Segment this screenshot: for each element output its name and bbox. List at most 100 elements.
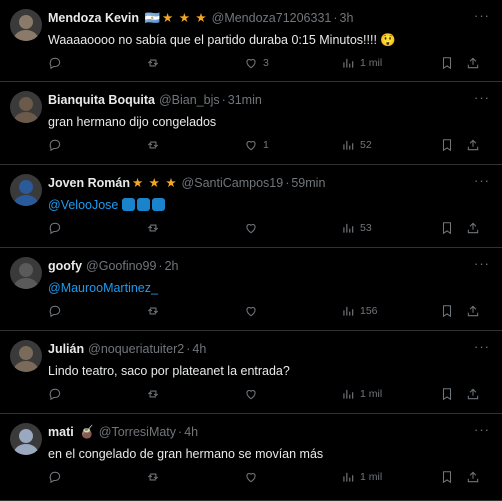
like-button[interactable] <box>244 386 258 402</box>
share-button[interactable] <box>466 303 480 319</box>
tweet-text: gran hermano dijo congelados <box>48 113 482 131</box>
avatar[interactable] <box>10 174 42 206</box>
share-button[interactable] <box>466 137 480 153</box>
bookmark-icon <box>440 138 454 152</box>
like-button[interactable]: 1 <box>244 137 269 153</box>
share-button[interactable] <box>466 469 480 485</box>
more-options-icon[interactable]: ··· <box>474 423 490 437</box>
handle[interactable]: @SantiCampos19 <box>182 176 284 190</box>
more-options-icon[interactable]: ··· <box>474 91 490 105</box>
share-button[interactable] <box>466 386 480 402</box>
views-button[interactable]: 53 <box>341 220 372 236</box>
display-name[interactable]: Bianquita Boquita <box>48 93 155 107</box>
like-button[interactable]: 3 <box>244 55 269 71</box>
display-name[interactable]: goofy <box>48 259 82 273</box>
views-icon <box>341 304 355 318</box>
views-icon <box>341 470 355 484</box>
retweet-icon <box>146 138 160 152</box>
like-button[interactable] <box>244 303 258 319</box>
avatar[interactable] <box>10 91 42 123</box>
retweet-button[interactable] <box>146 220 160 236</box>
retweet-button[interactable] <box>146 303 160 319</box>
avatar[interactable] <box>10 257 42 289</box>
display-name[interactable]: Mendoza Kevin <box>48 11 139 25</box>
views-count: 1 mil <box>360 471 383 483</box>
flag-emoji: 🇦🇷 <box>141 11 161 25</box>
retweet-button[interactable] <box>146 55 160 71</box>
like-icon <box>244 221 258 235</box>
retweet-icon <box>146 470 160 484</box>
retweet-button[interactable] <box>146 469 160 485</box>
bookmark-icon <box>440 304 454 318</box>
timestamp[interactable]: 2h <box>165 259 179 273</box>
tweet-header: Bianquita Boquita @Bian_bjs · 31min <box>48 91 472 109</box>
display-name[interactable]: Joven Román <box>48 176 130 190</box>
views-count: 53 <box>360 222 372 234</box>
star-badges: ★ ★ ★ <box>162 11 208 25</box>
handle[interactable]: @Bian_bjs <box>159 93 220 107</box>
views-button[interactable]: 1 mil <box>341 469 382 485</box>
tweet[interactable]: Bianquita Boquita @Bian_bjs · 31min ··· gran … <box>0 82 502 165</box>
retweet-button[interactable] <box>146 137 160 153</box>
cold-face-emoji <box>137 198 151 211</box>
timestamp[interactable]: 4h <box>184 425 198 439</box>
reply-button[interactable] <box>48 220 62 236</box>
share-button[interactable] <box>466 220 480 236</box>
views-button[interactable]: 156 <box>341 303 378 319</box>
timestamp[interactable]: 4h <box>192 342 206 356</box>
handle[interactable]: @Goofino99 <box>86 259 156 273</box>
handle[interactable]: @TorresiMaty <box>99 425 176 439</box>
share-button[interactable] <box>466 55 480 71</box>
tweet-text: @MaurooMartinez_ <box>48 279 482 297</box>
mention-link[interactable]: @VelooJose <box>48 198 118 212</box>
reply-button[interactable] <box>48 469 62 485</box>
tweet-text: Lindo teatro, saco por plateanet la entr… <box>48 362 482 380</box>
display-name[interactable]: Julián <box>48 342 84 356</box>
views-count: 156 <box>360 305 378 317</box>
bookmark-button[interactable] <box>440 303 454 319</box>
views-count: 1 mil <box>360 388 383 400</box>
tweet[interactable]: mati 🧉 @TorresiMaty · 4h ··· en el congelado … <box>0 414 502 501</box>
handle[interactable]: @Mendoza71206331 <box>212 11 332 25</box>
reply-button[interactable] <box>48 303 62 319</box>
more-options-icon[interactable]: ··· <box>474 340 490 354</box>
action-bar: 1 52 <box>48 137 494 153</box>
share-icon <box>466 387 480 401</box>
avatar[interactable] <box>10 9 42 41</box>
tweet-header: Julián @noqueriatuiter2 · 4h <box>48 340 472 358</box>
flag-emoji: 🧉 <box>75 425 95 439</box>
mention-link[interactable]: @MaurooMartinez_ <box>48 281 158 295</box>
tweet[interactable]: Julián @noqueriatuiter2 · 4h ··· Lindo teatro… <box>0 331 502 414</box>
views-button[interactable]: 52 <box>341 137 372 153</box>
reply-button[interactable] <box>48 137 62 153</box>
separator-dot: · <box>178 425 183 439</box>
more-options-icon[interactable]: ··· <box>474 257 490 271</box>
retweet-button[interactable] <box>146 386 160 402</box>
more-options-icon[interactable]: ··· <box>474 9 490 23</box>
separator-dot: · <box>186 342 191 356</box>
bookmark-button[interactable] <box>440 386 454 402</box>
share-icon <box>466 138 480 152</box>
timestamp[interactable]: 31min <box>228 93 262 107</box>
reply-button[interactable] <box>48 386 62 402</box>
timestamp[interactable]: 3h <box>340 11 354 25</box>
views-button[interactable]: 1 mil <box>341 386 382 402</box>
avatar[interactable] <box>10 423 42 455</box>
separator-dot: · <box>285 176 290 190</box>
tweet[interactable]: Joven Román ★ ★ ★ @SantiCampos19 · 59min ··· @… <box>0 165 502 248</box>
views-button[interactable]: 1 mil <box>341 55 382 71</box>
like-button[interactable] <box>244 220 258 236</box>
avatar[interactable] <box>10 340 42 372</box>
bookmark-button[interactable] <box>440 137 454 153</box>
bookmark-button[interactable] <box>440 220 454 236</box>
display-name[interactable]: mati <box>48 425 74 439</box>
bookmark-button[interactable] <box>440 55 454 71</box>
like-button[interactable] <box>244 469 258 485</box>
reply-button[interactable] <box>48 55 62 71</box>
timestamp[interactable]: 59min <box>291 176 325 190</box>
handle[interactable]: @noqueriatuiter2 <box>88 342 184 356</box>
more-options-icon[interactable]: ··· <box>474 174 490 188</box>
tweet[interactable]: Mendoza Kevin 🇦🇷 ★ ★ ★ @Mendoza71206331 · 3h… <box>0 0 502 82</box>
tweet[interactable]: goofy @Goofino99 · 2h ··· @MaurooMartinez_ 156 <box>0 248 502 331</box>
bookmark-button[interactable] <box>440 469 454 485</box>
